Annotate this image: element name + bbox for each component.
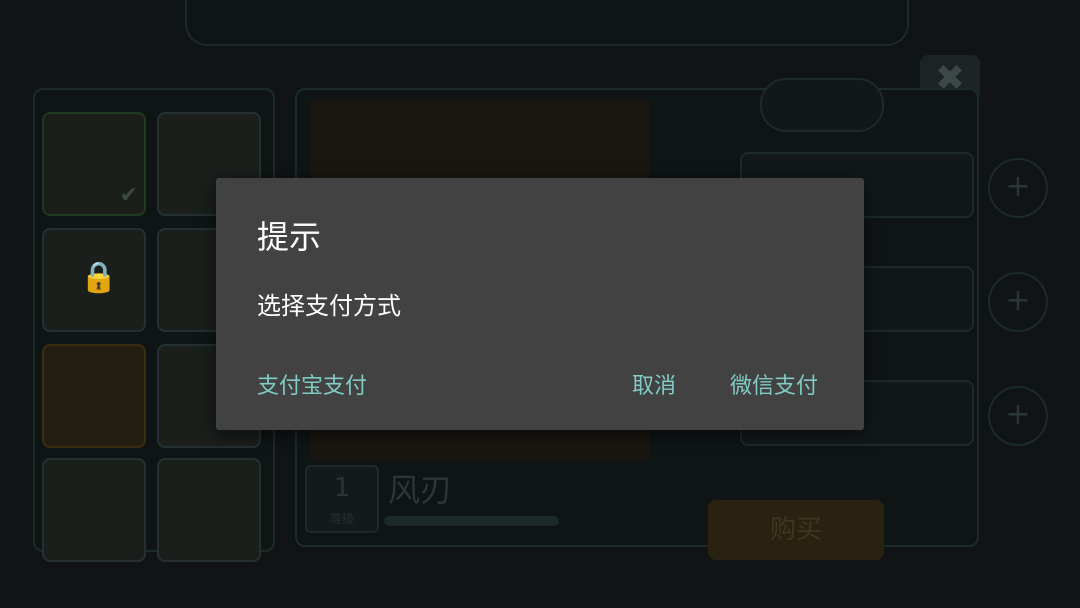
alipay-button[interactable]: 支付宝支付: [257, 368, 367, 400]
wechat-pay-button[interactable]: 微信支付: [730, 368, 818, 400]
dialog-message: 选择支付方式: [257, 292, 401, 320]
dialog-title: 提示: [257, 218, 322, 256]
plus-icon[interactable]: +: [988, 158, 1048, 218]
skill-name: 风刃: [388, 471, 453, 509]
character-slot[interactable]: [157, 458, 261, 562]
character-slot[interactable]: 🔒: [42, 228, 146, 332]
character-slot[interactable]: ✔: [42, 112, 146, 216]
top-frame: [185, 0, 909, 46]
lock-icon: 🔒: [80, 260, 118, 295]
skill-level-label: 等级: [329, 512, 354, 526]
view-toggle[interactable]: [760, 78, 884, 132]
skill-progress-bar: [384, 516, 559, 526]
character-slot[interactable]: [42, 344, 146, 448]
plus-icon[interactable]: +: [988, 272, 1048, 332]
character-slot[interactable]: [42, 458, 146, 562]
skill-level-box: 1 等级: [305, 465, 379, 533]
check-icon: ✔: [119, 183, 138, 208]
payment-dialog: 提示 选择支付方式 支付宝支付 取消 微信支付: [216, 178, 864, 430]
plus-icon[interactable]: +: [988, 386, 1048, 446]
skill-level: 1: [333, 473, 351, 503]
cancel-button[interactable]: 取消: [632, 368, 676, 400]
buy-button[interactable]: 购买: [708, 500, 884, 560]
